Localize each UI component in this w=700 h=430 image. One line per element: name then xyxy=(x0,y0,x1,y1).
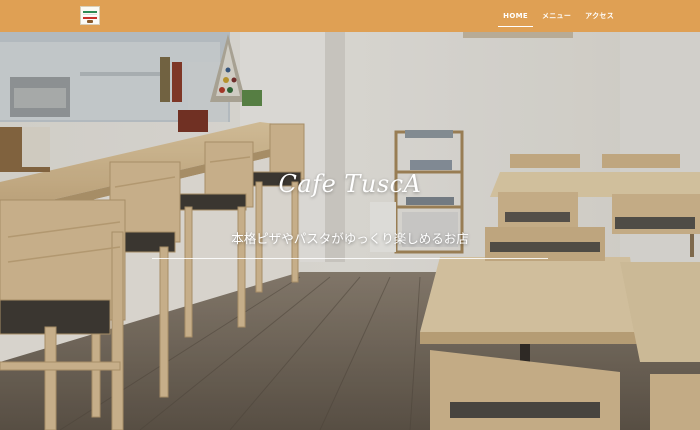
logo-mark xyxy=(87,20,93,23)
hero-title: Cafe TuscA xyxy=(278,170,422,198)
cafe-logo-icon[interactable] xyxy=(80,6,100,25)
hero-section: Cafe TuscA 本格ピザやパスタがゆっくり楽しめるお店 xyxy=(0,32,700,430)
hero-divider xyxy=(152,258,548,259)
top-navigation-bar: HOME メニュー アクセス xyxy=(0,0,700,32)
nav-item-access[interactable]: アクセス xyxy=(578,0,621,32)
logo-white-stripe xyxy=(83,14,97,16)
logo-red-stripe xyxy=(83,17,97,19)
logo-green-stripe xyxy=(83,11,97,13)
main-nav: HOME メニュー アクセス xyxy=(496,0,621,32)
nav-item-home[interactable]: HOME xyxy=(496,0,535,32)
hero-subtitle: 本格ピザやパスタがゆっくり楽しめるお店 xyxy=(231,231,469,246)
nav-item-menu[interactable]: メニュー xyxy=(535,0,578,32)
